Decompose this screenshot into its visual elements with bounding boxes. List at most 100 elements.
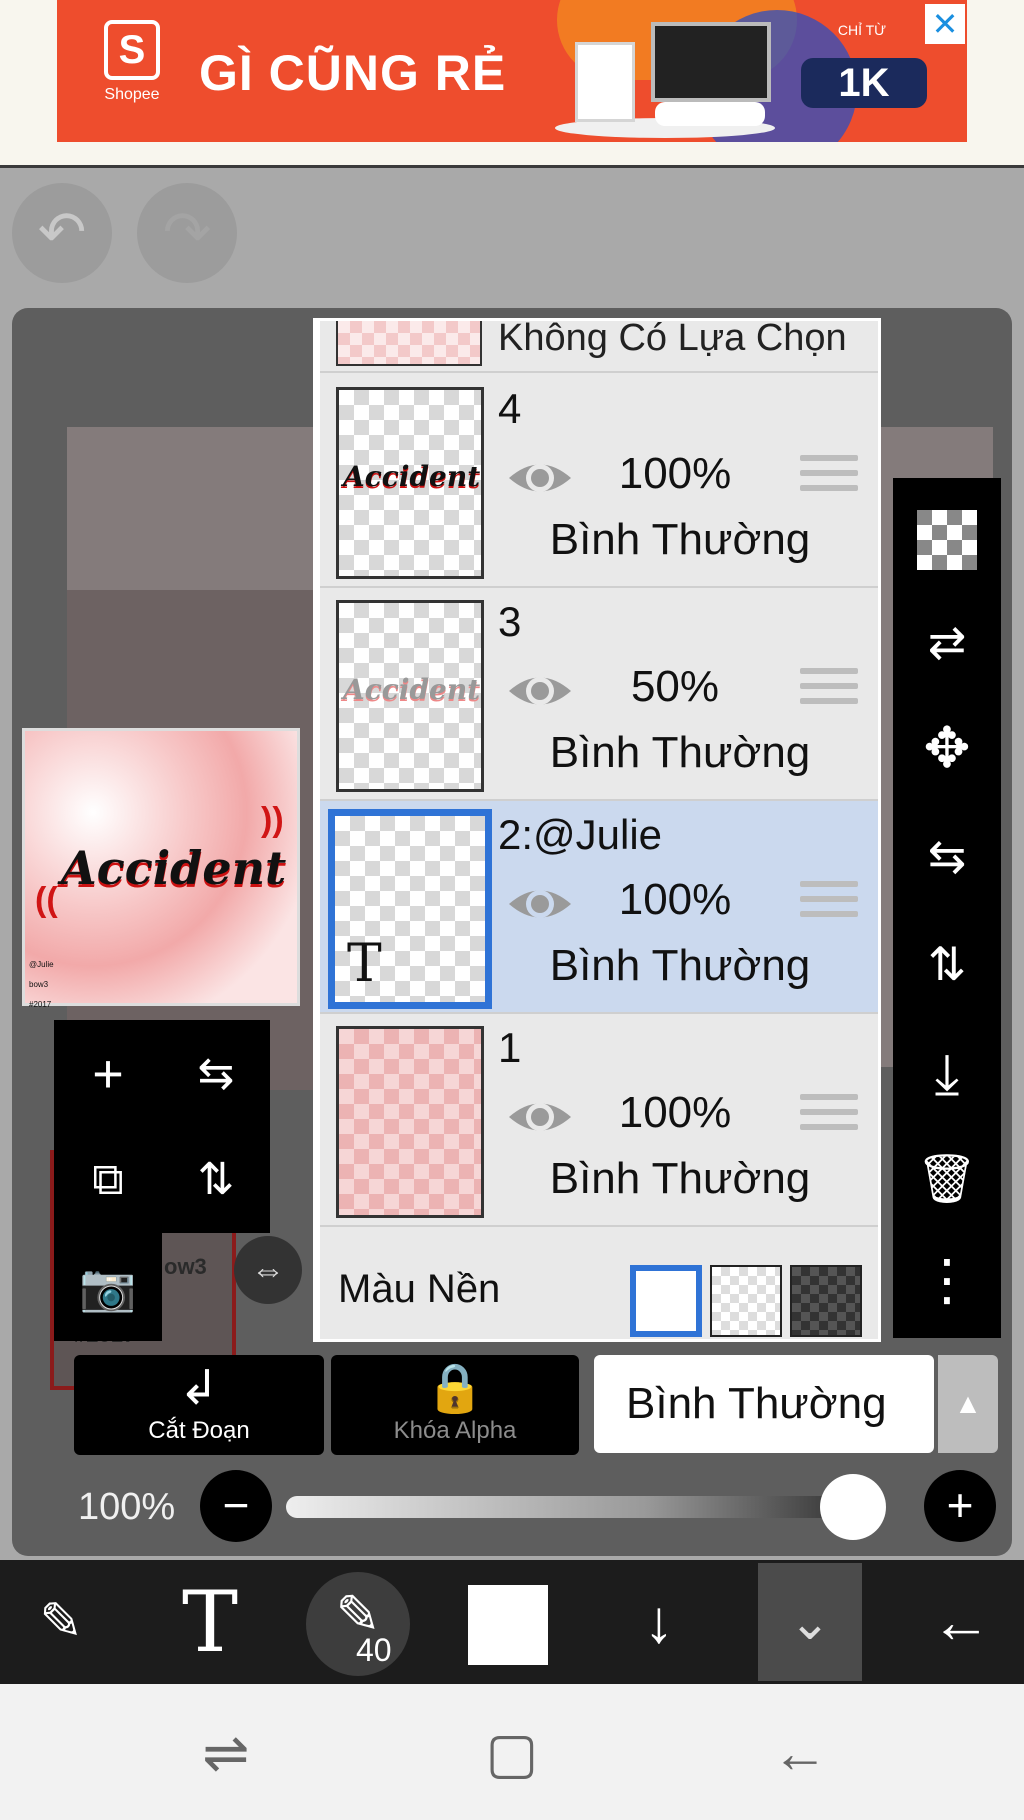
right-toolbar: ⇄ ✥ ⇆ ⇅ ⤓ 🗑 ⋮: [893, 478, 1001, 1338]
layer-row[interactable]: Accident 3 50% Bình Thường: [320, 588, 878, 801]
layer-name: 3: [498, 598, 522, 645]
drag-handle-icon[interactable]: [800, 668, 858, 714]
text-tool-icon[interactable]: T: [155, 1560, 265, 1684]
undo-button[interactable]: ↶: [12, 183, 112, 283]
redo-icon: ↷: [162, 200, 212, 265]
drag-handle-icon[interactable]: [800, 881, 858, 927]
flip-vertical-icon[interactable]: ⇅: [166, 1130, 266, 1230]
ad-headline: GÌ CŨNG RẺ: [199, 45, 507, 101]
layer-name: 2:@Julie: [498, 811, 663, 858]
flip-horizontal-icon[interactable]: ⇆: [166, 1024, 266, 1124]
selection-thumbnail: [336, 321, 482, 366]
layer-tools-panel-ext: 📷: [54, 1233, 162, 1341]
back-arrow-icon[interactable]: ←: [906, 1560, 1016, 1684]
layer-row-active[interactable]: T 2:@Julie 100% Bình Thường: [320, 801, 878, 1014]
copy-layer-icon[interactable]: ⧉: [58, 1130, 158, 1230]
brush-tool-button[interactable]: ✎ 40: [306, 1572, 410, 1676]
background-color-row: Màu Nền: [320, 1239, 878, 1339]
arrow-down-icon[interactable]: ↓: [604, 1560, 714, 1684]
wifi-swirl-art: )): [261, 801, 284, 839]
layer-opacity: 50%: [630, 662, 720, 711]
close-icon[interactable]: ✕: [925, 4, 965, 44]
opacity-slider[interactable]: [286, 1496, 886, 1518]
shopee-logo: S Shopee: [92, 20, 172, 120]
color-swatch[interactable]: [468, 1585, 548, 1665]
selection-label: Không Có Lựa Chọn: [498, 318, 847, 359]
layer-panel: Không Có Lựa Chọn Accident 4 100% Bình T…: [313, 318, 881, 1342]
swap-layer-icon[interactable]: ⇄: [893, 592, 1001, 692]
ad-price-caption: CHỈ TỪ: [837, 22, 887, 38]
layer-thumbnail[interactable]: [336, 1026, 484, 1218]
move-icon[interactable]: ✥: [893, 698, 1001, 798]
opacity-slider-thumb[interactable]: [820, 1474, 886, 1540]
brush-size: 40: [356, 1632, 392, 1668]
camera-icon[interactable]: 📷: [58, 1237, 158, 1337]
clip-button[interactable]: ↲ Cắt Đoạn: [74, 1355, 324, 1455]
canvas-preview[interactable]: )) Accident (( @Julie bow3 #2017: [22, 728, 300, 1009]
back-icon[interactable]: ←: [760, 1718, 840, 1788]
clip-arrow-icon: ↲: [178, 1362, 220, 1415]
background-label: Màu Nền: [338, 1267, 501, 1311]
layer-opacity: 100%: [618, 1088, 732, 1137]
transparency-icon[interactable]: [893, 490, 1001, 590]
alpha-lock-button[interactable]: 🔒 Khóa Alpha: [331, 1355, 579, 1455]
drag-handle-icon[interactable]: [800, 455, 858, 501]
layer-thumbnail[interactable]: Accident: [336, 600, 484, 792]
layer-blend-mode: Bình Thường: [549, 1154, 811, 1203]
preview-artwork-text: Accident: [61, 841, 287, 895]
triangle-up-icon[interactable]: ▲: [938, 1355, 998, 1453]
layer-tools-panel: + ⇆ ⧉ ⇅: [54, 1020, 270, 1233]
layer-name: 4: [498, 385, 522, 432]
layer-blend-mode: Bình Thường: [549, 941, 811, 990]
recent-apps-icon[interactable]: ⇌: [186, 1718, 266, 1788]
layer-blend-mode: Bình Thường: [549, 515, 811, 564]
eye-icon[interactable]: [505, 656, 575, 726]
background-transparent-option[interactable]: [710, 1265, 782, 1337]
text-layer-icon: T: [347, 934, 382, 994]
opacity-increase-button[interactable]: +: [924, 1470, 996, 1542]
trash-icon[interactable]: 🗑: [893, 1130, 1001, 1230]
canvas-text: ow3: [164, 1254, 207, 1279]
tool-swap-icon[interactable]: ✎: [6, 1560, 116, 1684]
wifi-swirl-art: ((: [35, 881, 58, 919]
opacity-label: 100%: [78, 1486, 176, 1528]
eye-icon[interactable]: [505, 869, 575, 939]
shopee-bag-icon: S: [104, 20, 160, 80]
layer-row[interactable]: 1 100% Bình Thường: [320, 1014, 878, 1227]
layer-opacity: 100%: [618, 449, 732, 498]
selection-layer-row[interactable]: Không Có Lựa Chọn: [320, 321, 878, 373]
chevron-double-down-icon[interactable]: ⌄: [758, 1563, 862, 1681]
layer-thumbnail[interactable]: Accident: [336, 387, 484, 579]
more-icon[interactable]: ⋮: [893, 1230, 1001, 1330]
system-navigation-bar: ⇌ ▢ ←: [0, 1684, 1024, 1820]
ad-banner-area: S Shopee GÌ CŨNG RẺ CHỈ TỪ 1K i ✕: [0, 0, 1024, 168]
add-layer-icon[interactable]: +: [58, 1024, 158, 1124]
opacity-decrease-button[interactable]: −: [200, 1470, 272, 1542]
shopee-brand: Shopee: [104, 86, 160, 103]
eye-icon[interactable]: [505, 1082, 575, 1152]
layer-name: 1: [498, 1024, 522, 1071]
layer-opacity: 100%: [618, 875, 732, 924]
undo-icon: ↶: [37, 200, 87, 265]
lock-icon: 🔒: [425, 1362, 485, 1415]
background-dark-option[interactable]: [790, 1265, 862, 1337]
minus-icon: −: [222, 1479, 250, 1531]
resize-handle-icon[interactable]: ⇔: [234, 1236, 302, 1304]
ad-banner[interactable]: S Shopee GÌ CŨNG RẺ CHỈ TỪ 1K i: [57, 0, 967, 142]
redo-button[interactable]: ↷: [137, 183, 237, 283]
background-white-option[interactable]: [630, 1265, 702, 1337]
layer-blend-mode: Bình Thường: [549, 728, 811, 777]
ad-price: 1K: [801, 58, 927, 108]
blend-mode-select[interactable]: Bình Thường: [594, 1355, 934, 1453]
eye-icon[interactable]: [505, 443, 575, 513]
layer-row[interactable]: Accident 4 100% Bình Thường: [320, 375, 878, 588]
flip-horizontal-icon[interactable]: ⇆: [893, 806, 1001, 906]
merge-down-icon[interactable]: ⤓: [893, 1024, 1001, 1124]
drag-handle-icon[interactable]: [800, 1094, 858, 1140]
plus-icon: +: [946, 1479, 974, 1531]
layer-thumbnail[interactable]: T: [328, 809, 492, 1009]
home-icon[interactable]: ▢: [472, 1718, 552, 1788]
flip-vertical-icon[interactable]: ⇅: [893, 914, 1001, 1014]
preview-small-text: @Julie bow3 #2017: [29, 960, 54, 1009]
blend-mode-value: Bình Thường: [626, 1379, 887, 1428]
